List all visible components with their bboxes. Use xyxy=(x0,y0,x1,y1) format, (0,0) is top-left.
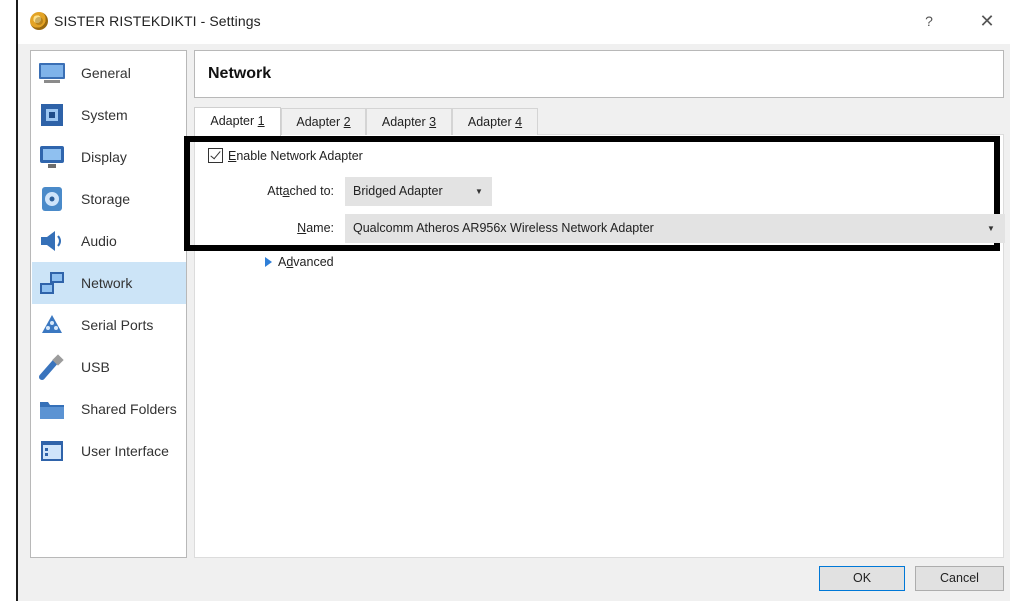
window-title: SISTER RISTEKDIKTI - Settings xyxy=(54,13,261,29)
sidebar-item-label: Audio xyxy=(81,233,117,249)
sidebar-item-label: User Interface xyxy=(81,443,169,459)
user-interface-icon xyxy=(37,437,67,465)
settings-sidebar: General System Display Storage Audio Net… xyxy=(30,50,187,558)
help-button[interactable]: ? xyxy=(914,8,944,34)
label-text: nable Network Adapter xyxy=(236,148,363,163)
page-title: Network xyxy=(208,65,272,82)
tab-mnemonic: 3 xyxy=(429,115,437,129)
tab-label: Adapter xyxy=(296,115,344,129)
virtualbox-app-icon xyxy=(30,12,48,30)
system-icon xyxy=(37,101,67,129)
expand-arrow-icon xyxy=(265,257,272,267)
sidebar-item-label: Display xyxy=(81,149,127,165)
dropdown-arrow-icon: ▼ xyxy=(987,224,995,233)
sidebar-item-general[interactable]: General xyxy=(32,52,186,94)
cancel-button[interactable]: Cancel xyxy=(915,566,1004,591)
adapter-name-value: Qualcomm Atheros AR956x Wireless Network… xyxy=(353,221,654,235)
sidebar-item-network[interactable]: Network xyxy=(32,262,186,304)
ok-button[interactable]: OK xyxy=(819,566,905,591)
sidebar-item-serial-ports[interactable]: Serial Ports xyxy=(32,304,186,346)
sidebar-item-storage[interactable]: Storage xyxy=(32,178,186,220)
mnemonic: N xyxy=(297,221,307,235)
advanced-label: Advanced xyxy=(278,255,334,269)
usb-icon xyxy=(37,353,67,381)
sidebar-item-label: System xyxy=(81,107,128,123)
sidebar-item-display[interactable]: Display xyxy=(32,136,186,178)
general-icon xyxy=(37,59,67,87)
attached-to-label: Attached to: xyxy=(238,184,334,198)
title-bar: SISTER RISTEKDIKTI - Settings ? ✕ xyxy=(18,0,1010,44)
sidebar-item-system[interactable]: System xyxy=(32,94,186,136)
enable-network-adapter-label: Enable Network Adapter xyxy=(228,149,363,163)
enable-network-adapter-checkbox[interactable]: Enable Network Adapter xyxy=(208,148,363,163)
network-icon xyxy=(37,269,67,297)
sidebar-item-label: General xyxy=(81,65,131,81)
label-text: ched to: xyxy=(289,184,334,198)
attached-to-value: Bridged Adapter xyxy=(353,184,443,198)
display-icon xyxy=(37,143,67,171)
close-button[interactable]: ✕ xyxy=(972,8,1002,34)
dropdown-arrow-icon: ▼ xyxy=(475,187,483,196)
serial-ports-icon xyxy=(37,311,67,339)
sidebar-item-user-interface[interactable]: User Interface xyxy=(32,430,186,472)
label-text: Att xyxy=(267,184,283,198)
audio-icon xyxy=(37,227,67,255)
tab-mnemonic: 2 xyxy=(343,115,351,129)
sidebar-item-usb[interactable]: USB xyxy=(32,346,186,388)
sidebar-item-label: USB xyxy=(81,359,110,375)
tab-label: Adapter xyxy=(210,114,258,128)
tab-label: Adapter xyxy=(381,115,430,129)
sidebar-item-shared-folders[interactable]: Shared Folders xyxy=(32,388,186,430)
sidebar-item-audio[interactable]: Audio xyxy=(32,220,186,262)
shared-folders-icon xyxy=(37,395,67,423)
name-label: Name: xyxy=(268,221,334,235)
sidebar-item-label: Storage xyxy=(81,191,131,207)
label-text: vanced xyxy=(293,255,334,269)
tab-adapter-3[interactable]: Adapter 3 xyxy=(366,108,452,135)
mnemonic: a xyxy=(282,184,290,198)
attached-to-select[interactable]: Bridged Adapter ▼ xyxy=(345,177,492,206)
sidebar-item-label: Serial Ports xyxy=(81,317,154,333)
label-text: ame: xyxy=(306,221,334,235)
sidebar-item-label: Network xyxy=(81,275,133,291)
tab-adapter-2[interactable]: Adapter 2 xyxy=(281,108,366,135)
page-header: Network xyxy=(194,50,1004,98)
adapter-name-select[interactable]: Qualcomm Atheros AR956x Wireless Network… xyxy=(345,214,1005,243)
sidebar-item-label: Shared Folders xyxy=(81,401,177,417)
advanced-expander[interactable]: Advanced xyxy=(265,255,334,269)
tab-adapter-1[interactable]: Adapter 1 xyxy=(194,107,281,136)
settings-window: SISTER RISTEKDIKTI - Settings ? ✕ Genera… xyxy=(16,0,1010,601)
storage-icon xyxy=(37,185,67,213)
tab-adapter-4[interactable]: Adapter 4 xyxy=(452,108,538,135)
checkbox-checked-icon[interactable] xyxy=(208,148,223,163)
tab-mnemonic: 4 xyxy=(515,115,523,129)
tab-label: Adapter xyxy=(467,115,516,129)
tab-mnemonic: 1 xyxy=(257,114,265,128)
